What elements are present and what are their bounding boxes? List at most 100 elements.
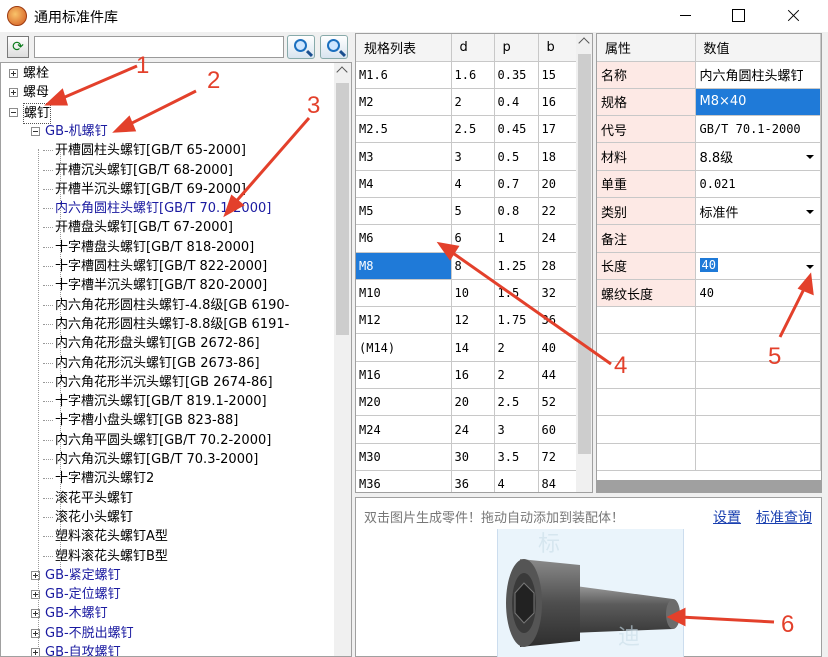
settings-link[interactable]: 设置 xyxy=(713,507,741,527)
property-row[interactable]: 备注 xyxy=(597,224,821,253)
spec-value-cell[interactable]: 60 xyxy=(538,415,577,444)
spec-value-cell[interactable]: 10 xyxy=(451,279,495,308)
spec-value-cell[interactable]: 2 xyxy=(494,333,539,362)
spec-row[interactable]: M5 5 0.8 22 xyxy=(356,197,577,226)
tree-scrollbar-thumb[interactable] xyxy=(336,83,349,335)
property-value[interactable]: GB/T 70.1-2000 xyxy=(695,115,821,144)
property-row[interactable]: 类别 标准件 xyxy=(597,197,821,226)
scroll-up-icon[interactable] xyxy=(336,66,348,78)
spec-value-cell[interactable]: 2 xyxy=(451,88,495,117)
expand-icon[interactable] xyxy=(31,648,40,656)
tree-leaf-item[interactable]: 内六角花形半沉头螺钉[GB 2674-86] xyxy=(1,373,334,392)
spec-size-cell[interactable]: M24 xyxy=(356,415,452,444)
spec-row[interactable]: M16 16 2 44 xyxy=(356,361,577,390)
spec-column-header[interactable]: p xyxy=(494,34,539,62)
spec-size-cell[interactable]: M36 xyxy=(356,470,452,492)
spec-value-cell[interactable]: 12 xyxy=(451,306,495,335)
spec-size-cell[interactable]: M4 xyxy=(356,170,452,198)
spec-value-cell[interactable]: 14 xyxy=(451,333,495,362)
spec-value-cell[interactable]: 4 xyxy=(451,170,495,198)
tree-leaf-item[interactable]: 塑料滚花头螺钉A型 xyxy=(1,527,334,546)
tree-leaf-item[interactable]: 开槽半沉头螺钉[GB/T 69-2000] xyxy=(1,180,334,199)
spec-row[interactable]: M20 20 2.5 52 xyxy=(356,388,577,417)
property-value[interactable] xyxy=(695,306,821,335)
spec-value-cell[interactable]: 44 xyxy=(538,361,577,390)
spec-size-cell[interactable]: M2.5 xyxy=(356,115,452,144)
spec-value-cell[interactable]: 1.75 xyxy=(494,306,539,335)
tree-node[interactable]: GB-自攻螺钉 xyxy=(1,643,334,656)
minimize-button[interactable] xyxy=(663,0,709,32)
spec-value-cell[interactable]: 36 xyxy=(538,306,577,335)
tree-node[interactable]: GB-木螺钉 xyxy=(1,604,334,623)
spec-row[interactable]: M3 3 0.5 18 xyxy=(356,142,577,171)
tree-leaf-item[interactable]: 十字槽沉头螺钉[GB/T 819.1-2000] xyxy=(1,392,334,411)
tree-leaf-item[interactable]: 内六角花形圆柱头螺钉-4.8级[GB 6190- xyxy=(1,296,334,315)
spec-value-cell[interactable]: 20 xyxy=(451,388,495,417)
property-row[interactable] xyxy=(597,306,821,335)
tree-leaf-item[interactable]: 开槽盘头螺钉[GB/T 67-2000] xyxy=(1,218,334,237)
spec-value-cell[interactable]: 3.5 xyxy=(494,443,539,471)
spec-column-header[interactable]: 规格列表 xyxy=(356,34,452,62)
property-row[interactable] xyxy=(597,415,821,444)
tree-scrollbar[interactable] xyxy=(334,63,351,656)
scroll-up-icon[interactable] xyxy=(578,37,590,49)
tree-node[interactable]: GB-定位螺钉 xyxy=(1,585,334,604)
tree-leaf-item[interactable]: 内六角平圆头螺钉[GB/T 70.2-2000] xyxy=(1,431,334,450)
tree-node[interactable]: GB-紧定螺钉 xyxy=(1,566,334,585)
spec-value-cell[interactable]: 0.7 xyxy=(494,170,539,198)
property-value[interactable] xyxy=(695,415,821,444)
tree-leaf-item[interactable]: 十字槽半沉头螺钉[GB/T 820-2000] xyxy=(1,276,334,295)
spec-size-cell[interactable]: (M14) xyxy=(356,333,452,362)
spec-size-cell[interactable]: M1.6 xyxy=(356,61,452,89)
spec-value-cell[interactable]: 2.5 xyxy=(451,115,495,144)
spec-value-cell[interactable]: 0.35 xyxy=(494,61,539,89)
tree-leaf-item[interactable]: 滚花小头螺钉 xyxy=(1,508,334,527)
tree-leaf-item[interactable]: 开槽沉头螺钉[GB/T 68-2000] xyxy=(1,161,334,180)
property-value[interactable]: 标准件 xyxy=(695,197,821,226)
spec-value-cell[interactable]: 3 xyxy=(451,142,495,171)
part-preview-image[interactable]: 标 迪 xyxy=(497,529,684,657)
expand-icon[interactable] xyxy=(9,88,18,98)
spec-size-cell[interactable]: M3 xyxy=(356,142,452,171)
property-value[interactable]: 8.8级 xyxy=(695,142,821,171)
spec-value-cell[interactable]: 1 xyxy=(494,224,539,253)
spec-value-cell[interactable]: 2 xyxy=(494,361,539,390)
spec-value-cell[interactable]: 0.4 xyxy=(494,88,539,117)
spec-value-cell[interactable]: 15 xyxy=(538,61,577,89)
spec-scrollbar[interactable] xyxy=(576,34,592,492)
tree-node[interactable]: 螺栓 xyxy=(1,64,334,83)
property-value[interactable]: 内六角圆柱头螺钉 xyxy=(695,61,821,89)
property-row[interactable]: 长度 40 xyxy=(597,252,821,280)
property-value[interactable]: M8×40 xyxy=(695,88,821,117)
tree-node[interactable]: GB-不脱出螺钉 xyxy=(1,624,334,643)
spec-value-cell[interactable]: 30 xyxy=(451,443,495,471)
expand-icon[interactable] xyxy=(9,69,18,78)
spec-size-cell[interactable]: M2 xyxy=(356,88,452,117)
property-value[interactable] xyxy=(695,443,821,471)
tree-leaf-item[interactable]: 十字槽沉头螺钉2 xyxy=(1,469,334,488)
tree-leaf-item[interactable]: 内六角花形沉头螺钉[GB 2673-86] xyxy=(1,354,334,373)
property-value[interactable] xyxy=(695,224,821,253)
spec-size-cell[interactable]: M30 xyxy=(356,443,452,471)
spec-value-cell[interactable]: 28 xyxy=(538,252,577,280)
tree-leaf-item[interactable]: 十字槽小盘头螺钉[GB 823-88] xyxy=(1,411,334,430)
tree-node[interactable]: GB-机螺钉 xyxy=(1,122,334,141)
property-grid[interactable]: 属性 数值 名称 内六角圆柱头螺钉 规格 M8×40 代号 GB/T 70.1-2000 材料… xyxy=(596,33,822,493)
dropdown-arrow-icon[interactable] xyxy=(802,204,817,219)
category-tree[interactable]: 螺栓 螺母 螺钉 GB-机螺钉 开槽圆柱头螺钉[GB/T 65-2000] 开槽沉头螺钉[… xyxy=(0,62,352,657)
property-value[interactable] xyxy=(695,361,821,390)
tree-leaf-item[interactable]: 十字槽圆柱头螺钉[GB/T 822-2000] xyxy=(1,257,334,276)
spec-value-cell[interactable]: 16 xyxy=(451,361,495,390)
spec-value-cell[interactable]: 0.45 xyxy=(494,115,539,144)
dropdown-arrow-icon[interactable] xyxy=(802,259,817,274)
spec-size-cell[interactable]: M10 xyxy=(356,279,452,308)
spec-value-cell[interactable]: 6 xyxy=(451,224,495,253)
spec-grid[interactable]: 规格列表 d p b M1.6 1.6 0.35 15 M2 2 0.4 16 M2.5 2.5 0.45… xyxy=(355,33,593,493)
spec-row[interactable]: M8 8 1.25 28 xyxy=(356,252,577,280)
spec-row[interactable]: M2 2 0.4 16 xyxy=(356,88,577,117)
spec-value-cell[interactable]: 22 xyxy=(538,197,577,226)
spec-size-cell[interactable]: M6 xyxy=(356,224,452,253)
spec-row[interactable]: M6 6 1 24 xyxy=(356,224,577,253)
spec-row[interactable]: M1.6 1.6 0.35 15 xyxy=(356,61,577,89)
spec-row[interactable]: M12 12 1.75 36 xyxy=(356,306,577,335)
